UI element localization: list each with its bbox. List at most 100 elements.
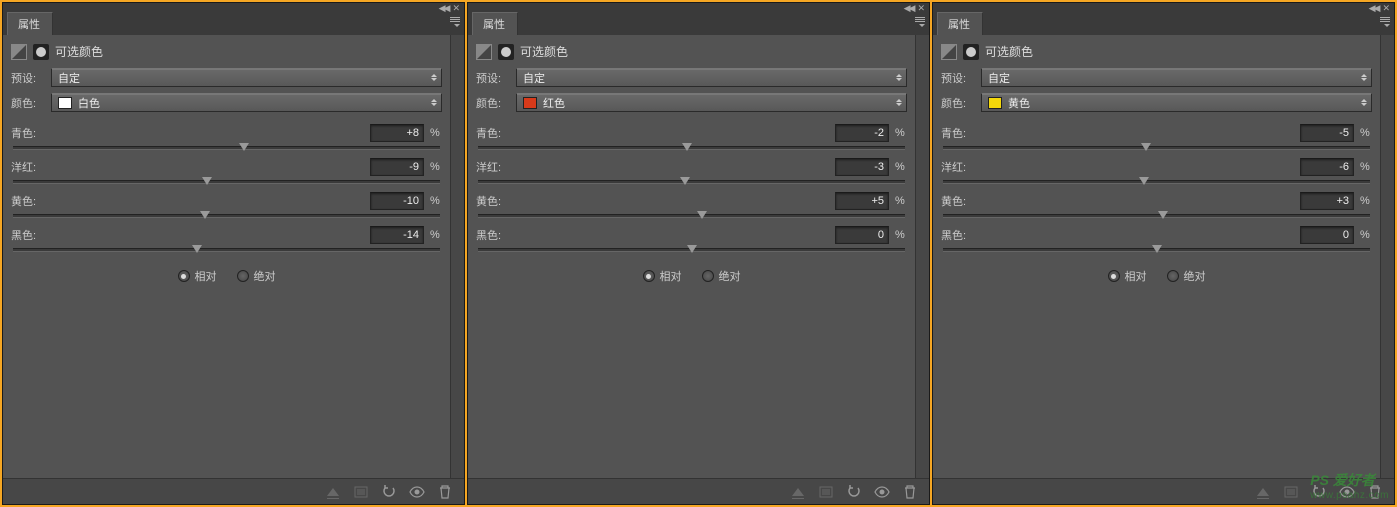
bottom-toolbar: [933, 478, 1394, 504]
view-previous-icon[interactable]: [1278, 482, 1304, 502]
slider-value-yellow[interactable]: [835, 192, 889, 210]
reset-icon[interactable]: [841, 482, 867, 502]
slider-track-yellow[interactable]: [943, 214, 1370, 218]
method-radio-group: 相对 绝对: [476, 268, 907, 284]
slider-track-black[interactable]: [943, 248, 1370, 252]
slider-track-cyan[interactable]: [943, 146, 1370, 150]
delete-icon[interactable]: [897, 482, 923, 502]
slider-track-black[interactable]: [13, 248, 440, 252]
slider-thumb-cyan[interactable]: [239, 143, 249, 151]
close-icon[interactable]: ✕: [917, 3, 925, 14]
preset-select[interactable]: 自定: [51, 68, 442, 87]
slider-value-magenta[interactable]: [835, 158, 889, 176]
reset-icon[interactable]: [376, 482, 402, 502]
slider-label-cyan: 青色:: [11, 125, 36, 141]
slider-thumb-magenta[interactable]: [202, 177, 212, 185]
slider-value-black[interactable]: [835, 226, 889, 244]
radio-absolute-label: 绝对: [1184, 268, 1206, 284]
clip-to-layer-icon[interactable]: [320, 482, 346, 502]
color-select[interactable]: 黄色: [981, 93, 1372, 112]
percent-label: %: [1360, 229, 1372, 241]
radio-relative[interactable]: 相对: [178, 268, 217, 284]
slider-value-cyan[interactable]: [835, 124, 889, 142]
close-icon[interactable]: ✕: [452, 3, 460, 14]
slider-value-cyan[interactable]: [1300, 124, 1354, 142]
preset-select[interactable]: 自定: [981, 68, 1372, 87]
collapse-icon[interactable]: ◀◀: [1369, 3, 1379, 14]
panel-menu-icon[interactable]: [911, 16, 925, 28]
close-icon[interactable]: ✕: [1382, 3, 1390, 14]
color-select[interactable]: 白色: [51, 93, 442, 112]
slider-value-black[interactable]: [1300, 226, 1354, 244]
mask-icon[interactable]: [33, 44, 49, 60]
clip-to-layer-icon[interactable]: [1250, 482, 1276, 502]
visibility-icon[interactable]: [1334, 482, 1360, 502]
radio-relative[interactable]: 相对: [1108, 268, 1147, 284]
color-label: 颜色:: [11, 95, 45, 111]
slider-value-magenta[interactable]: [370, 158, 424, 176]
reset-icon[interactable]: [1306, 482, 1332, 502]
slider-thumb-yellow[interactable]: [200, 211, 210, 219]
panel-menu-icon[interactable]: [1376, 16, 1390, 28]
slider-cyan: 青色: %: [476, 124, 907, 150]
slider-thumb-cyan[interactable]: [1141, 143, 1151, 151]
visibility-icon[interactable]: [869, 482, 895, 502]
slider-label-yellow: 黄色:: [476, 193, 501, 209]
collapse-icon[interactable]: ◀◀: [439, 3, 449, 14]
radio-icon: [643, 270, 655, 282]
tab-properties[interactable]: 属性: [937, 12, 983, 35]
percent-label: %: [430, 127, 442, 139]
slider-thumb-yellow[interactable]: [697, 211, 707, 219]
slider-track-magenta[interactable]: [943, 180, 1370, 184]
mask-icon[interactable]: [498, 44, 514, 60]
slider-thumb-black[interactable]: [192, 245, 202, 253]
radio-absolute[interactable]: 绝对: [237, 268, 276, 284]
slider-track-cyan[interactable]: [478, 146, 905, 150]
collapse-icon[interactable]: ◀◀: [904, 3, 914, 14]
delete-icon[interactable]: [432, 482, 458, 502]
tab-properties[interactable]: 属性: [7, 12, 53, 35]
selective-color-icon[interactable]: [11, 44, 27, 60]
slider-track-yellow[interactable]: [478, 214, 905, 218]
visibility-icon[interactable]: [404, 482, 430, 502]
color-select[interactable]: 红色: [516, 93, 907, 112]
radio-relative[interactable]: 相对: [643, 268, 682, 284]
slider-value-yellow[interactable]: [370, 192, 424, 210]
clip-to-layer-icon[interactable]: [785, 482, 811, 502]
radio-absolute-label: 绝对: [719, 268, 741, 284]
slider-value-cyan[interactable]: [370, 124, 424, 142]
chevron-updown-icon: [431, 74, 437, 81]
adjustment-header: 可选颜色: [941, 39, 1372, 68]
preset-label: 预设:: [476, 70, 510, 86]
side-strip: [1380, 35, 1394, 478]
selective-color-icon[interactable]: [476, 44, 492, 60]
slider-thumb-black[interactable]: [687, 245, 697, 253]
slider-value-magenta[interactable]: [1300, 158, 1354, 176]
radio-icon: [178, 270, 190, 282]
view-previous-icon[interactable]: [813, 482, 839, 502]
slider-track-cyan[interactable]: [13, 146, 440, 150]
slider-thumb-black[interactable]: [1152, 245, 1162, 253]
slider-thumb-magenta[interactable]: [680, 177, 690, 185]
slider-thumb-yellow[interactable]: [1158, 211, 1168, 219]
selective-color-icon[interactable]: [941, 44, 957, 60]
preset-value: 自定: [58, 70, 80, 86]
preset-select[interactable]: 自定: [516, 68, 907, 87]
slider-thumb-cyan[interactable]: [682, 143, 692, 151]
slider-thumb-magenta[interactable]: [1139, 177, 1149, 185]
slider-yellow: 黄色: %: [476, 192, 907, 218]
radio-absolute[interactable]: 绝对: [1167, 268, 1206, 284]
delete-icon[interactable]: [1362, 482, 1388, 502]
slider-value-black[interactable]: [370, 226, 424, 244]
slider-value-yellow[interactable]: [1300, 192, 1354, 210]
slider-track-yellow[interactable]: [13, 214, 440, 218]
radio-icon: [702, 270, 714, 282]
panel-menu-icon[interactable]: [446, 16, 460, 28]
slider-track-magenta[interactable]: [478, 180, 905, 184]
slider-track-black[interactable]: [478, 248, 905, 252]
slider-track-magenta[interactable]: [13, 180, 440, 184]
radio-absolute[interactable]: 绝对: [702, 268, 741, 284]
tab-properties[interactable]: 属性: [472, 12, 518, 35]
view-previous-icon[interactable]: [348, 482, 374, 502]
mask-icon[interactable]: [963, 44, 979, 60]
